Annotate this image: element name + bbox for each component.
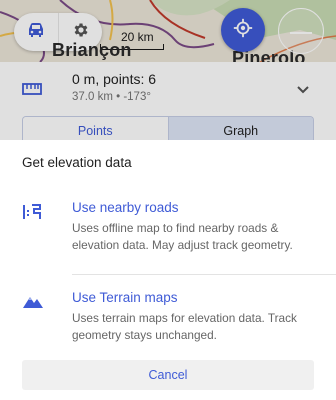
zoom-out-button[interactable]: [278, 8, 324, 54]
tab-graph[interactable]: Graph: [167, 117, 313, 140]
ruler-icon: [22, 82, 42, 100]
option-description: Uses terrain maps for elevation data. Tr…: [72, 311, 297, 342]
option-description: Uses offline map to find nearby roads & …: [72, 221, 293, 252]
zoom-out-icon: [290, 22, 312, 40]
track-tabs: Points Graph: [22, 116, 314, 140]
my-location-button[interactable]: [221, 8, 265, 52]
divider: [72, 274, 336, 275]
my-location-icon: [232, 17, 254, 44]
option-title: Use Terrain maps: [72, 290, 178, 305]
sheet-title: Get elevation data: [22, 155, 132, 170]
track-details: 37.0 km • -173°: [72, 91, 151, 103]
chevron-down-icon[interactable]: [296, 82, 310, 100]
cancel-button[interactable]: Cancel: [22, 360, 314, 390]
tab-points[interactable]: Points: [23, 117, 168, 140]
car-icon: [26, 21, 46, 44]
option-nearby-roads[interactable]: Use nearby roads Uses offline map to fin…: [0, 200, 336, 270]
terrain-icon: [22, 293, 44, 314]
option-terrain-maps[interactable]: Use Terrain maps Uses terrain maps for e…: [0, 290, 336, 350]
map-view[interactable]: 20 km Briançon Pinerolo: [0, 0, 336, 62]
option-title: Use nearby roads: [72, 200, 179, 215]
elevation-bottom-sheet: Get elevation data Use nearby roads Uses…: [0, 140, 336, 400]
route-icon: [22, 203, 42, 226]
map-city-label: Briançon: [52, 40, 132, 60]
track-info-panel[interactable]: 0 m, points: 6 37.0 km • -173°: [0, 62, 336, 116]
track-summary: 0 m, points: 6: [72, 71, 157, 87]
